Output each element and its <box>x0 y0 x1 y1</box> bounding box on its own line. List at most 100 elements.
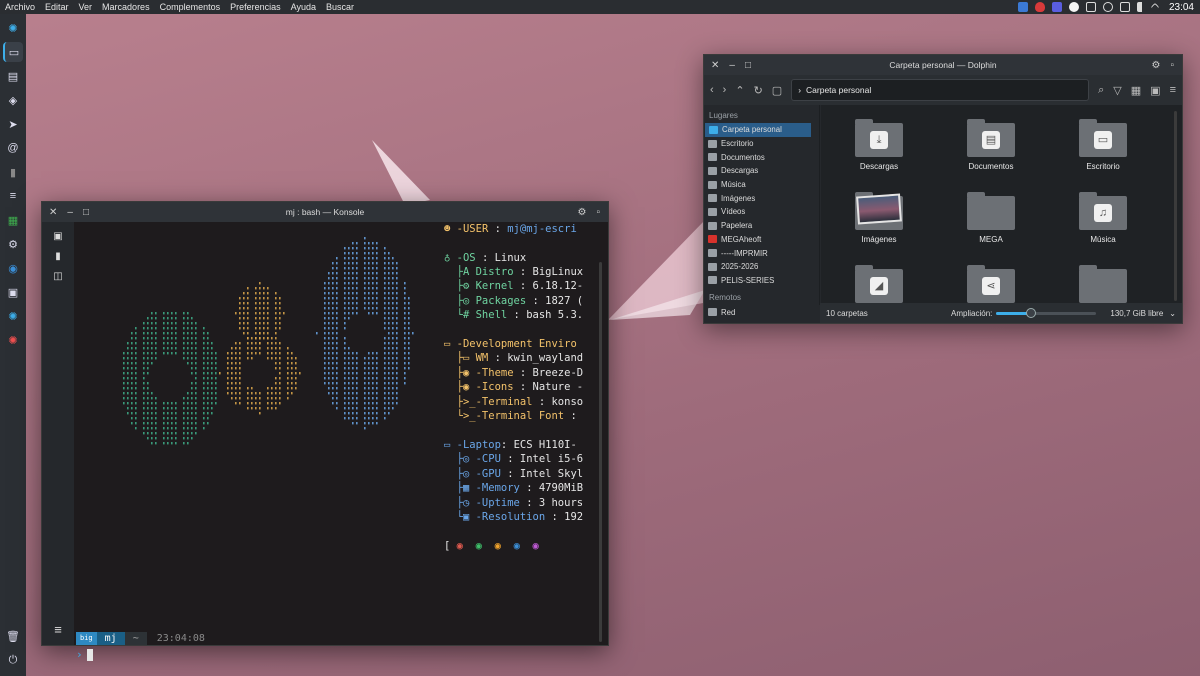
settings-icon[interactable]: ⚙ <box>577 207 586 218</box>
settings-icon[interactable]: ⚙ <box>3 234 23 254</box>
maximize-icon[interactable]: □ <box>83 207 89 218</box>
zoom-slider[interactable] <box>996 307 1097 318</box>
trash-icon[interactable]: 🗑 <box>3 626 23 646</box>
place-item[interactable]: 2025-2026 <box>704 260 819 274</box>
menu-item-ver[interactable]: Ver <box>79 2 93 12</box>
place-item[interactable]: Música <box>704 178 819 192</box>
terminal-area[interactable]: ☻ -USER : mj@mj-escri ♁ -OS : Linux ├A D… <box>74 222 608 661</box>
mega-icon[interactable] <box>1068 2 1079 12</box>
screenshot-icon[interactable]: ▣ <box>3 282 23 302</box>
place-item[interactable]: Vídeos <box>704 205 819 219</box>
place-item[interactable]: Escritorio <box>704 137 819 151</box>
close-icon[interactable]: ✕ <box>49 207 57 218</box>
menu-item-preferencias[interactable]: Preferencias <box>230 2 281 12</box>
folder-item[interactable]: ⋖ <box>935 265 1047 305</box>
clipboard-icon[interactable] <box>1085 2 1096 12</box>
new-tab-icon[interactable]: ▢ <box>772 84 782 97</box>
pin-icon[interactable]: ▫ <box>1170 60 1174 71</box>
clock[interactable]: 23:04 <box>1169 2 1194 13</box>
close-icon[interactable]: ✕ <box>711 60 719 71</box>
terminal-icon[interactable]: ▭ <box>3 42 23 62</box>
settings-icon[interactable]: ⚙ <box>1151 60 1160 71</box>
ascii-dot <box>275 377 277 380</box>
power-icon[interactable] <box>1119 2 1130 12</box>
breadcrumb[interactable]: › Carpeta personal <box>791 79 1090 101</box>
back-icon[interactable]: ‹ <box>710 84 714 96</box>
hamburger-menu-icon[interactable]: ≡ <box>1170 84 1176 96</box>
hamburger-menu-icon[interactable]: ≡ <box>54 622 62 637</box>
place-item[interactable]: Red <box>704 305 819 319</box>
new-tab-icon[interactable]: ▣ <box>51 230 65 244</box>
pin-icon[interactable]: ▫ <box>596 207 600 218</box>
forward-icon[interactable]: › <box>723 84 727 96</box>
ascii-dot <box>328 367 330 370</box>
view-mode-icon[interactable]: ▦ <box>1131 84 1141 97</box>
ascii-dot <box>332 307 334 310</box>
ascii-dot <box>131 347 133 350</box>
place-item[interactable]: MEGAheoft <box>704 233 819 247</box>
power-icon[interactable]: ⏻ <box>3 650 23 670</box>
minimize-icon[interactable]: – <box>729 60 735 71</box>
place-item[interactable]: Papelera <box>704 219 819 233</box>
expand-icon[interactable] <box>1150 2 1160 12</box>
zoom-slider-handle[interactable] <box>1026 307 1037 318</box>
brightness-icon[interactable] <box>1102 2 1113 12</box>
chevron-down-icon[interactable]: ⌄ <box>1169 309 1176 318</box>
notes-icon[interactable]: ≡ <box>3 186 23 206</box>
email-icon[interactable]: @ <box>3 138 23 158</box>
folder-item[interactable]: ⤓ Descargas <box>823 119 935 192</box>
menu-item-complementos[interactable]: Complementos <box>160 2 221 12</box>
menu-item-marcadores[interactable]: Marcadores <box>102 2 150 12</box>
place-item[interactable]: -----IMPRMIR <box>704 246 819 260</box>
reload-icon[interactable]: ↻ <box>754 84 763 97</box>
menu-item-editar[interactable]: Editar <box>45 2 69 12</box>
place-item[interactable]: PELIS-SERIES <box>704 274 819 288</box>
shield-icon[interactable] <box>1034 2 1045 12</box>
bookmark-icon[interactable]: ▮ <box>51 250 65 264</box>
telegram-icon[interactable]: ➤ <box>3 114 23 134</box>
spreadsheet-icon[interactable]: ▦ <box>3 210 23 230</box>
ascii-dot <box>131 352 133 355</box>
icons-value: Nature - <box>532 381 584 393</box>
place-item[interactable]: Imágenes <box>704 191 819 205</box>
file-manager-icon[interactable]: ▤ <box>3 66 23 86</box>
filter-icon[interactable]: ▽ <box>1113 84 1121 97</box>
biglinux-logo-icon[interactable]: ✺ <box>3 18 23 38</box>
split-view-icon[interactable]: ◫ <box>51 270 65 284</box>
calendar-icon[interactable] <box>1051 2 1062 12</box>
biglinux-update-icon[interactable]: ✺ <box>3 330 23 350</box>
place-item[interactable]: Documentos <box>704 150 819 164</box>
network-icon[interactable] <box>1017 2 1028 12</box>
shield-icon[interactable]: ◈ <box>3 90 23 110</box>
folder-item[interactable]: ♫ Música <box>1047 192 1159 265</box>
ascii-dot <box>163 442 165 445</box>
folder-item[interactable] <box>1047 265 1159 305</box>
free-space[interactable]: 130,7 GiB libre <box>1110 309 1163 318</box>
folder-item[interactable]: ▤ Documentos <box>935 119 1047 192</box>
folder-item[interactable]: Imágenes <box>823 192 935 265</box>
ascii-dot <box>175 347 177 350</box>
ascii-dot <box>352 282 354 285</box>
place-item[interactable]: Descargas <box>704 164 819 178</box>
steam-icon[interactable]: ◉ <box>3 258 23 278</box>
ascii-dot <box>239 362 241 365</box>
folder-item[interactable]: MEGA <box>935 192 1047 265</box>
menu-item-ayuda[interactable]: Ayuda <box>291 2 316 12</box>
biglinux-icon[interactable]: ✺ <box>3 306 23 326</box>
command-line[interactable]: › <box>76 648 93 661</box>
menu-item-buscar[interactable]: Buscar <box>326 2 354 12</box>
file-view-scrollbar[interactable] <box>1174 111 1177 301</box>
menu-item-archivo[interactable]: Archivo <box>5 2 35 12</box>
folder-item[interactable]: ▭ Escritorio <box>1047 119 1159 192</box>
search-icon[interactable]: ⌕ <box>1098 84 1104 97</box>
folder-item[interactable]: ◢ <box>823 265 935 305</box>
terminal-scrollbar[interactable] <box>599 262 602 642</box>
ascii-dot <box>396 372 398 375</box>
up-icon[interactable]: ⌃ <box>735 84 744 97</box>
minimize-icon[interactable]: – <box>67 207 73 218</box>
maximize-icon[interactable]: □ <box>745 60 751 71</box>
volume-icon[interactable] <box>1136 2 1145 12</box>
document-icon[interactable]: ▮ <box>3 162 23 182</box>
place-item[interactable]: Carpeta personal <box>705 123 811 137</box>
preview-icon[interactable]: ▣ <box>1150 84 1160 97</box>
